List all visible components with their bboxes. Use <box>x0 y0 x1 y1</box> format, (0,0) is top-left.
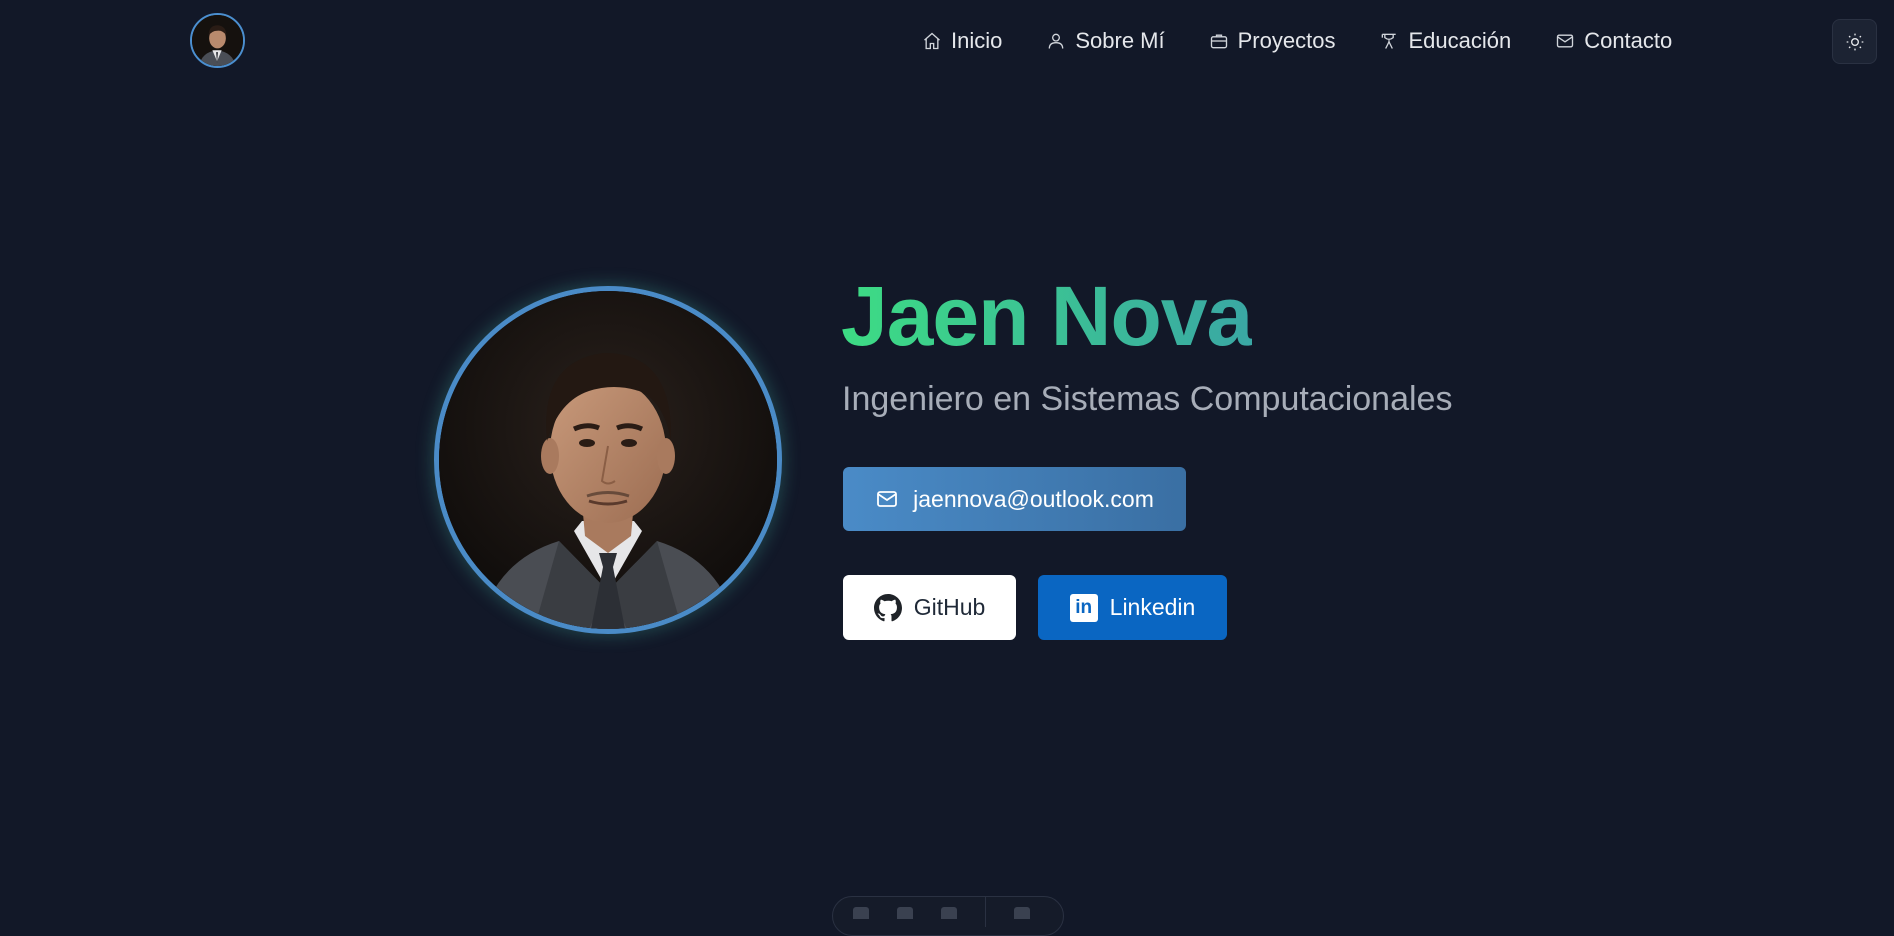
linkedin-label: Linkedin <box>1109 594 1196 620</box>
linkedin-icon: in <box>1069 593 1098 622</box>
sun-icon <box>1846 33 1863 50</box>
nav-item-inicio[interactable]: Inicio <box>922 28 1002 54</box>
nav-item-proyectos[interactable]: Proyectos <box>1209 28 1336 54</box>
toolbar-divider <box>985 897 986 927</box>
toolbar-icon[interactable] <box>941 907 957 919</box>
home-icon <box>924 32 940 50</box>
hero-name: Jaen Nova <box>841 269 1253 363</box>
toolbar-icon[interactable] <box>897 907 913 919</box>
github-icon <box>873 593 902 621</box>
nav-item-educacion[interactable]: Educación <box>1379 28 1511 54</box>
hero-subtitle: Ingeniero en Sistemas Computacionales <box>842 380 1453 418</box>
mail-icon <box>1557 34 1574 48</box>
nav-label: Inicio <box>951 28 1003 53</box>
email-button[interactable]: jaennova@outlook.com <box>843 467 1186 531</box>
nav-label: Sobre Mí <box>1075 28 1165 53</box>
logo-avatar[interactable] <box>190 13 245 68</box>
dev-toolbar[interactable] <box>832 896 1064 936</box>
briefcase-icon <box>1210 34 1227 49</box>
settings-icon[interactable] <box>1014 907 1030 919</box>
linkedin-button[interactable]: in Linkedin <box>1038 575 1227 640</box>
graduation-icon <box>1382 33 1397 49</box>
github-label: GitHub <box>913 594 986 620</box>
mail-icon <box>877 491 898 507</box>
github-button[interactable]: GitHub <box>843 575 1016 640</box>
user-icon <box>1049 33 1064 49</box>
email-label: jaennova@outlook.com <box>913 485 1154 512</box>
toolbar-icon[interactable] <box>853 907 869 919</box>
nav-label: Proyectos <box>1237 28 1336 53</box>
site-header: Inicio Sobre Mí Proyectos Educación Cont… <box>0 0 1894 80</box>
main-nav: Inicio Sobre Mí Proyectos Educación Cont… <box>922 24 1672 58</box>
nav-label: Contacto <box>1584 28 1673 53</box>
nav-label: Educación <box>1408 28 1512 53</box>
theme-toggle-button[interactable] <box>1832 19 1877 64</box>
profile-photo <box>434 286 782 634</box>
nav-item-contacto[interactable]: Contacto <box>1555 28 1672 54</box>
nav-item-sobre-mi[interactable]: Sobre Mí <box>1046 28 1165 54</box>
